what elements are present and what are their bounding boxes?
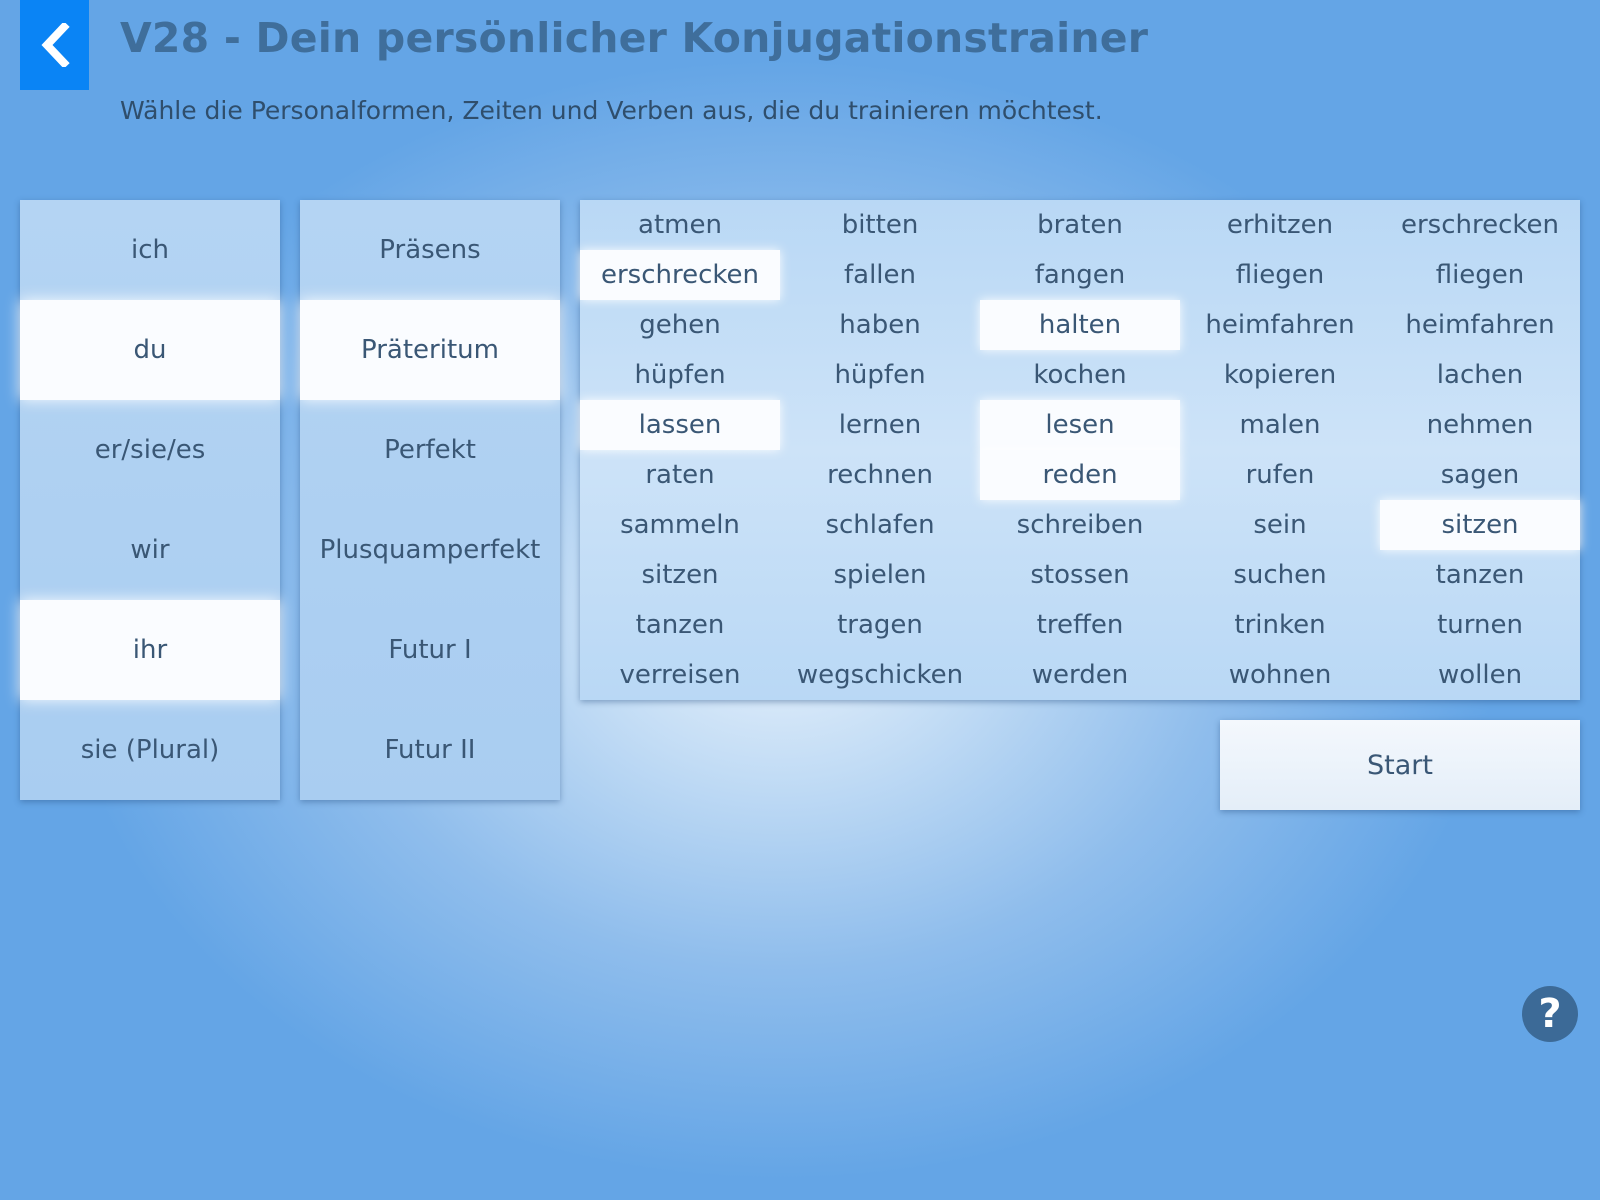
- verb-option[interactable]: fliegen: [1180, 250, 1380, 300]
- verb-option[interactable]: hüpfen: [580, 350, 780, 400]
- verb-option[interactable]: sagen: [1380, 450, 1580, 500]
- verb-option[interactable]: sein: [1180, 500, 1380, 550]
- verb-option[interactable]: rechnen: [780, 450, 980, 500]
- verb-option[interactable]: malen: [1180, 400, 1380, 450]
- verb-option[interactable]: fliegen: [1380, 250, 1580, 300]
- person-option[interactable]: er/sie/es: [20, 400, 280, 500]
- verb-option[interactable]: kochen: [980, 350, 1180, 400]
- verb-option[interactable]: schreiben: [980, 500, 1180, 550]
- help-button[interactable]: ?: [1522, 986, 1578, 1042]
- verb-option[interactable]: haben: [780, 300, 980, 350]
- verb-option[interactable]: rufen: [1180, 450, 1380, 500]
- verb-option[interactable]: lesen: [980, 400, 1180, 450]
- page-subtitle: Wähle die Personalformen, Zeiten und Ver…: [120, 96, 1103, 125]
- verb-option[interactable]: hüpfen: [780, 350, 980, 400]
- verb-option[interactable]: tanzen: [1380, 550, 1580, 600]
- verb-option[interactable]: turnen: [1380, 600, 1580, 650]
- verb-option[interactable]: treffen: [980, 600, 1180, 650]
- person-option[interactable]: sie (Plural): [20, 700, 280, 800]
- verb-grid: atmen bitten braten erhitzen erschrecken ersc…: [580, 200, 1580, 700]
- verb-option[interactable]: gehen: [580, 300, 780, 350]
- person-option[interactable]: ich: [20, 200, 280, 300]
- verb-option[interactable]: tanzen: [580, 600, 780, 650]
- person-option[interactable]: du: [20, 300, 280, 400]
- verb-option[interactable]: suchen: [1180, 550, 1380, 600]
- verb-option[interactable]: wegschicken: [780, 650, 980, 700]
- chevron-left-icon: [40, 23, 70, 67]
- person-option[interactable]: ihr: [20, 600, 280, 700]
- verb-option[interactable]: sitzen: [580, 550, 780, 600]
- verb-option[interactable]: spielen: [780, 550, 980, 600]
- question-mark-icon: ?: [1538, 991, 1562, 1037]
- tense-option[interactable]: Perfekt: [300, 400, 560, 500]
- verb-option[interactable]: tragen: [780, 600, 980, 650]
- verb-option[interactable]: erhitzen: [1180, 200, 1380, 250]
- verb-option[interactable]: verreisen: [580, 650, 780, 700]
- person-form-list: ich du er/sie/es wir ihr sie (Plural): [20, 200, 280, 800]
- verb-option[interactable]: erschrecken: [1380, 200, 1580, 250]
- tense-option[interactable]: Präteritum: [300, 300, 560, 400]
- verb-option[interactable]: trinken: [1180, 600, 1380, 650]
- verb-option[interactable]: atmen: [580, 200, 780, 250]
- verb-option[interactable]: wollen: [1380, 650, 1580, 700]
- verb-option[interactable]: bitten: [780, 200, 980, 250]
- verb-option[interactable]: raten: [580, 450, 780, 500]
- verb-option[interactable]: fallen: [780, 250, 980, 300]
- verb-option[interactable]: halten: [980, 300, 1180, 350]
- tense-option[interactable]: Futur I: [300, 600, 560, 700]
- verb-option[interactable]: lachen: [1380, 350, 1580, 400]
- page-title: V28 - Dein persönlicher Konjugationstrai…: [120, 14, 1149, 62]
- verb-option[interactable]: wohnen: [1180, 650, 1380, 700]
- verb-option[interactable]: sitzen: [1380, 500, 1580, 550]
- tense-option[interactable]: Präsens: [300, 200, 560, 300]
- verb-option[interactable]: lassen: [580, 400, 780, 450]
- verb-option[interactable]: schlafen: [780, 500, 980, 550]
- verb-option[interactable]: sammeln: [580, 500, 780, 550]
- verb-option[interactable]: heimfahren: [1380, 300, 1580, 350]
- tense-option[interactable]: Futur II: [300, 700, 560, 800]
- verb-option[interactable]: nehmen: [1380, 400, 1580, 450]
- verb-option[interactable]: stossen: [980, 550, 1180, 600]
- verb-option[interactable]: werden: [980, 650, 1180, 700]
- verb-option[interactable]: kopieren: [1180, 350, 1380, 400]
- verb-option[interactable]: heimfahren: [1180, 300, 1380, 350]
- verb-option[interactable]: fangen: [980, 250, 1180, 300]
- tense-option[interactable]: Plusquamperfekt: [300, 500, 560, 600]
- back-button[interactable]: [20, 0, 89, 90]
- verb-option[interactable]: lernen: [780, 400, 980, 450]
- verb-option[interactable]: braten: [980, 200, 1180, 250]
- person-option[interactable]: wir: [20, 500, 280, 600]
- verb-option[interactable]: erschrecken: [580, 250, 780, 300]
- verb-option[interactable]: reden: [980, 450, 1180, 500]
- start-button[interactable]: Start: [1220, 720, 1580, 810]
- tense-list: Präsens Präteritum Perfekt Plusquamperfekt F…: [300, 200, 560, 800]
